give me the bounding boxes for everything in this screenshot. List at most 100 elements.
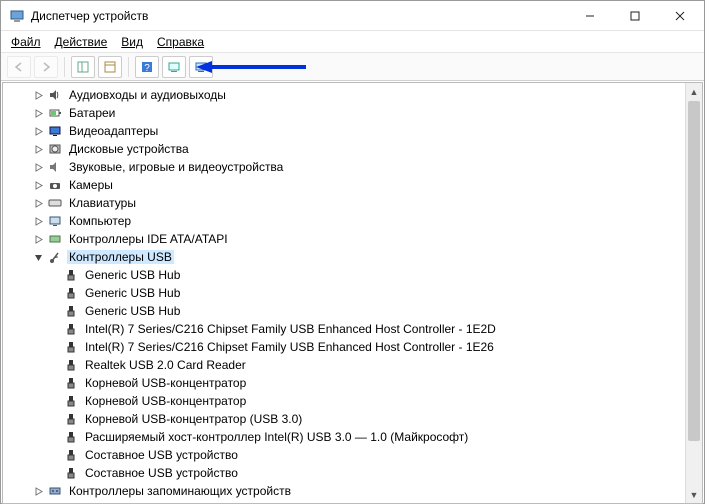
category-row[interactable]: Клавиатуры: [13, 194, 702, 212]
window-title: Диспетчер устройств: [31, 9, 567, 23]
category-label: Аудиовходы и аудиовыходы: [67, 88, 228, 102]
menu-bar: Файл Действие Вид Справка: [1, 31, 704, 53]
vertical-scrollbar[interactable]: ▲ ▼: [685, 83, 702, 503]
category-label: Контроллеры IDE ATA/ATAPI: [67, 232, 230, 246]
show-hide-console-tree-button[interactable]: [71, 56, 95, 78]
device-label: Составное USB устройство: [83, 466, 240, 480]
category-row[interactable]: Камеры: [13, 176, 702, 194]
menu-help[interactable]: Справка: [157, 35, 204, 49]
device-row[interactable]: Generic USB Hub: [13, 284, 702, 302]
category-row[interactable]: Контроллеры IDE ATA/ATAPI: [13, 230, 702, 248]
category-row[interactable]: Компьютер: [13, 212, 702, 230]
usb-icon: [47, 249, 63, 265]
usb-plug-icon: [63, 447, 79, 463]
category-label: Контроллеры запоминающих устройств: [67, 484, 293, 498]
usb-plug-icon: [63, 357, 79, 373]
svg-text:?: ?: [144, 63, 150, 74]
chevron-right-icon[interactable]: [31, 214, 45, 228]
chevron-right-icon[interactable]: [31, 232, 45, 246]
category-row[interactable]: Аудиовходы и аудиовыходы: [13, 86, 702, 104]
camera-icon: [47, 177, 63, 193]
app-icon: [9, 8, 25, 24]
chevron-right-icon[interactable]: [31, 88, 45, 102]
toolbar-separator: [128, 57, 129, 77]
nav-back-button[interactable]: [7, 56, 31, 78]
device-row[interactable]: Корневой USB-концентратор: [13, 392, 702, 410]
chevron-right-icon[interactable]: [31, 484, 45, 498]
category-label: Батареи: [67, 106, 117, 120]
scan-hardware-button[interactable]: [162, 56, 186, 78]
help-button[interactable]: ?: [135, 56, 159, 78]
category-label: Дисковые устройства: [67, 142, 191, 156]
device-row[interactable]: Корневой USB-концентратор (USB 3.0): [13, 410, 702, 428]
sound-icon: [47, 159, 63, 175]
close-button[interactable]: [657, 2, 702, 30]
chevron-right-icon[interactable]: [31, 178, 45, 192]
properties-button[interactable]: [98, 56, 122, 78]
tree-area: Аудиовходы и аудиовыходы Батареи Видеоадап…: [2, 82, 703, 504]
nav-forward-button[interactable]: [34, 56, 58, 78]
usb-plug-icon: [63, 465, 79, 481]
usb-plug-icon: [63, 411, 79, 427]
device-label: Составное USB устройство: [83, 448, 240, 462]
usb-plug-icon: [63, 321, 79, 337]
category-row[interactable]: Звуковые, игровые и видеоустройства: [13, 158, 702, 176]
disk-icon: [47, 141, 63, 157]
chevron-right-icon[interactable]: [31, 160, 45, 174]
category-row[interactable]: Батареи: [13, 104, 702, 122]
device-row[interactable]: Generic USB Hub: [13, 266, 702, 284]
battery-icon: [47, 105, 63, 121]
usb-plug-icon: [63, 267, 79, 283]
device-label: Расширяемый хост-контроллер Intel(R) USB…: [83, 430, 470, 444]
maximize-button[interactable]: [612, 2, 657, 30]
toolbar: ?: [1, 53, 704, 81]
device-row[interactable]: Корневой USB-концентратор: [13, 374, 702, 392]
toolbar-separator: [64, 57, 65, 77]
device-label: Корневой USB-концентратор (USB 3.0): [83, 412, 304, 426]
usb-plug-icon: [63, 339, 79, 355]
usb-plug-icon: [63, 429, 79, 445]
scroll-up-button[interactable]: ▲: [686, 83, 702, 100]
device-label: Generic USB Hub: [83, 268, 182, 282]
title-bar: Диспетчер устройств: [1, 1, 704, 31]
category-row[interactable]: Контроллеры запоминающих устройств: [13, 482, 702, 500]
device-label: Generic USB Hub: [83, 304, 182, 318]
device-row[interactable]: Intel(R) 7 Series/C216 Chipset Family US…: [13, 320, 702, 338]
device-label: Корневой USB-концентратор: [83, 394, 248, 408]
category-label: Контроллеры USB: [67, 250, 174, 264]
device-label: Realtek USB 2.0 Card Reader: [83, 358, 248, 372]
device-label: Intel(R) 7 Series/C216 Chipset Family US…: [83, 322, 498, 336]
menu-view[interactable]: Вид: [121, 35, 143, 49]
chevron-down-icon[interactable]: [31, 250, 45, 264]
category-row[interactable]: Дисковые устройства: [13, 140, 702, 158]
category-label: Компьютер: [67, 214, 133, 228]
menu-file[interactable]: Файл: [11, 35, 41, 49]
device-row[interactable]: Intel(R) 7 Series/C216 Chipset Family US…: [13, 338, 702, 356]
device-row[interactable]: Составное USB устройство: [13, 464, 702, 482]
chevron-right-icon[interactable]: [31, 196, 45, 210]
usb-plug-icon: [63, 393, 79, 409]
ide-icon: [47, 231, 63, 247]
computer-icon: [47, 213, 63, 229]
category-row[interactable]: Контроллеры USB: [13, 248, 702, 266]
scroll-thumb[interactable]: [688, 101, 700, 441]
scroll-down-button[interactable]: ▼: [686, 486, 702, 503]
category-row[interactable]: Видеоадаптеры: [13, 122, 702, 140]
device-row[interactable]: Составное USB устройство: [13, 446, 702, 464]
device-row[interactable]: Расширяемый хост-контроллер Intel(R) USB…: [13, 428, 702, 446]
device-row[interactable]: Generic USB Hub: [13, 302, 702, 320]
category-label: Видеоадаптеры: [67, 124, 160, 138]
keyboard-icon: [47, 195, 63, 211]
device-label: Intel(R) 7 Series/C216 Chipset Family US…: [83, 340, 496, 354]
device-tree[interactable]: Аудиовходы и аудиовыходы Батареи Видеоадап…: [3, 83, 702, 503]
minimize-button[interactable]: [567, 2, 612, 30]
device-row[interactable]: Realtek USB 2.0 Card Reader: [13, 356, 702, 374]
usb-plug-icon: [63, 303, 79, 319]
menu-action[interactable]: Действие: [55, 35, 108, 49]
chevron-right-icon[interactable]: [31, 142, 45, 156]
chevron-right-icon[interactable]: [31, 124, 45, 138]
category-label: Звуковые, игровые и видеоустройства: [67, 160, 285, 174]
chevron-right-icon[interactable]: [31, 106, 45, 120]
category-label: Камеры: [67, 178, 115, 192]
annotation-arrow-icon: [196, 59, 306, 75]
